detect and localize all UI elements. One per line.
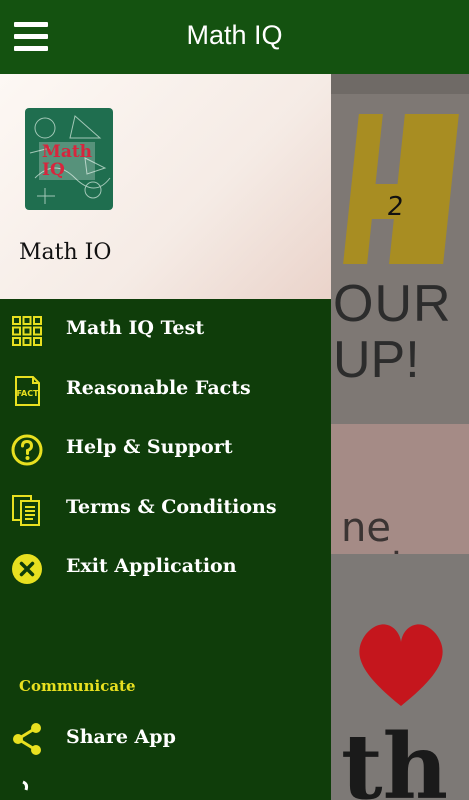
- logo-text: Math IQ: [39, 142, 96, 180]
- menu-item-exit-application[interactable]: Exit Application: [0, 541, 331, 601]
- menu-item-terms-conditions[interactable]: Terms & Conditions: [0, 482, 331, 542]
- menu-item-math-iq-test[interactable]: Math IQ Test: [0, 303, 331, 363]
- heart-image: [359, 624, 443, 706]
- app-title: Math IQ: [186, 20, 283, 50]
- share-icon: [13, 723, 41, 755]
- menu-item-share-app[interactable]: Share App: [0, 714, 331, 764]
- drawer-app-name: Math IO: [19, 240, 112, 265]
- app-bar: Math IQ: [0, 0, 469, 74]
- documents-icon: [12, 494, 40, 526]
- svg-text:FACT: FACT: [16, 389, 39, 398]
- question-circle-icon: [11, 434, 43, 466]
- poster-text-th: th: [341, 714, 449, 800]
- menu-item-label: Reasonable Facts: [66, 376, 251, 399]
- menu-item-label: Math IQ Test: [66, 317, 205, 339]
- drawer-header: Math IQ Math IO: [0, 74, 331, 299]
- math-poster-image: 2 OUR UP!: [331, 94, 469, 424]
- navigation-drawer: Math IQ Math IO Math IQ Test FACT Reason…: [0, 74, 331, 800]
- poster-text-up: UP!: [333, 331, 420, 389]
- menu-item-label: Help & Support: [66, 436, 233, 458]
- poster-text-our: OUR: [333, 275, 452, 333]
- drawer-menu: Math IQ Test FACT Reasonable Facts Help …: [0, 316, 331, 617]
- partial-menu-icon: [22, 780, 29, 791]
- fact-document-icon: FACT: [15, 375, 40, 406]
- close-circle-icon: [12, 554, 42, 584]
- poster-pink-panel: neant: [331, 424, 469, 586]
- grid-icon: [12, 316, 42, 346]
- menu-item-help-support[interactable]: Help & Support: [0, 422, 331, 482]
- menu-item-label: Share App: [66, 726, 176, 748]
- background-content: 2 OUR UP! neant th: [331, 74, 469, 800]
- section-title-communicate: Communicate: [19, 677, 136, 695]
- menu-item-label: Exit Application: [66, 555, 237, 577]
- menu-item-label: Terms & Conditions: [66, 495, 277, 518]
- menu-item-reasonable-facts[interactable]: FACT Reasonable Facts: [0, 363, 331, 423]
- app-logo: Math IQ: [25, 108, 113, 210]
- poster-letter-h: 2: [343, 114, 459, 264]
